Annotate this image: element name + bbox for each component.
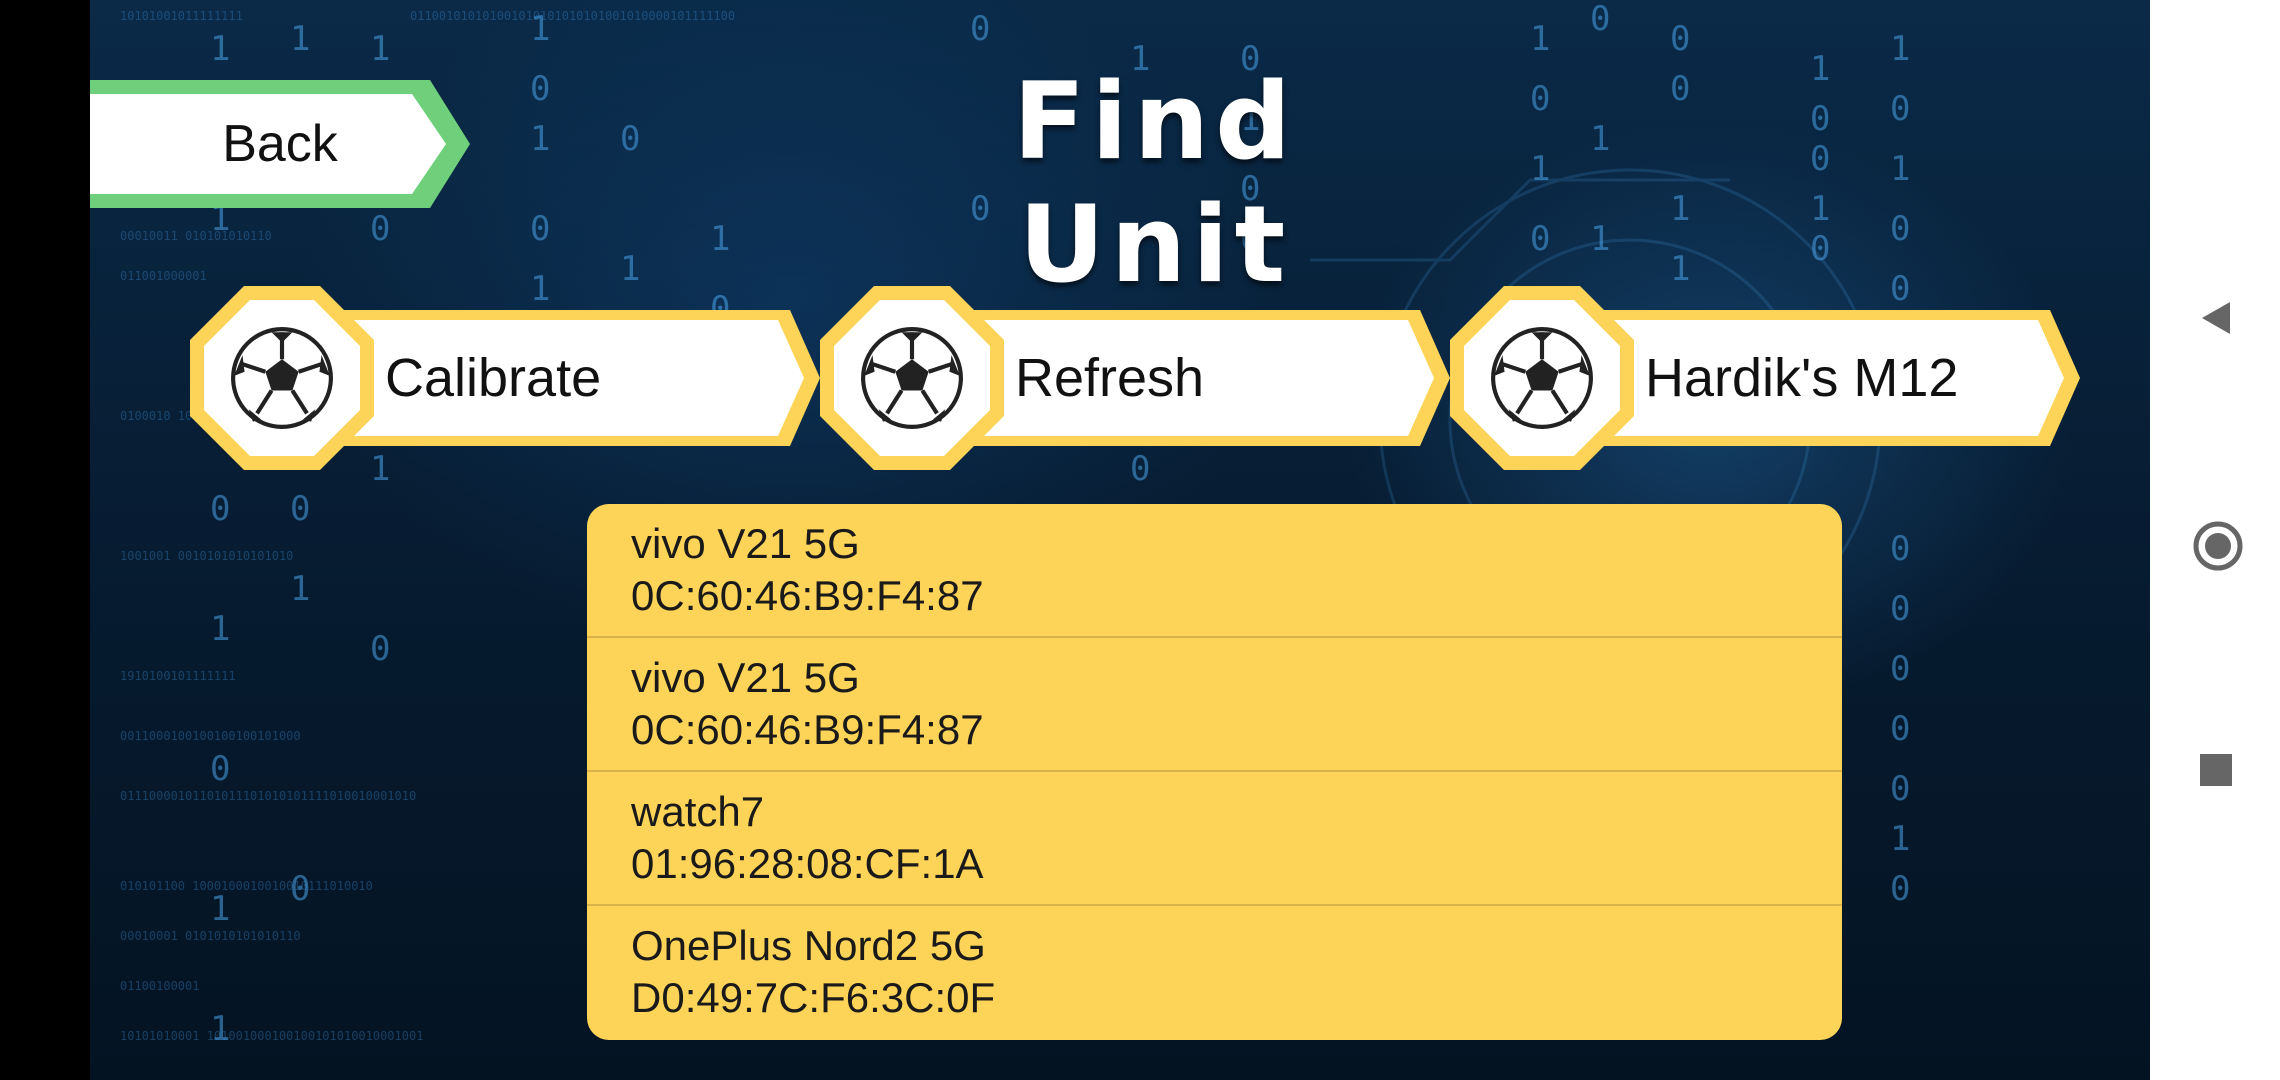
svg-text:0: 0 <box>1890 589 1910 629</box>
svg-text:1: 1 <box>210 1009 230 1049</box>
svg-text:0: 0 <box>530 209 550 249</box>
system-navigation-bar <box>2150 0 2280 1080</box>
back-button[interactable]: Back <box>90 80 470 208</box>
svg-text:1: 1 <box>1530 149 1550 189</box>
paired-device-label: Hardik's M12 <box>1645 348 1959 408</box>
soccer-ball-icon <box>1491 327 1593 429</box>
svg-text:0: 0 <box>620 119 640 159</box>
svg-text:1: 1 <box>1890 819 1910 859</box>
svg-text:1: 1 <box>1810 49 1830 89</box>
device-mac-address: 0C:60:46:B9:F4:87 <box>631 706 984 753</box>
svg-text:0: 0 <box>290 489 310 529</box>
svg-text:01100100001: 01100100001 <box>120 979 199 993</box>
svg-text:0: 0 <box>290 869 310 909</box>
svg-text:10101010001 1010010001001001: 10101010001 1010010001001001010100100010… <box>120 1029 423 1043</box>
svg-text:0: 0 <box>210 489 230 529</box>
svg-text:1: 1 <box>1670 189 1690 229</box>
svg-text:1910100101111111: 1910100101111111 <box>120 669 236 683</box>
refresh-label: Refresh <box>1015 348 1205 408</box>
svg-text:1: 1 <box>210 889 230 929</box>
svg-text:0: 0 <box>1670 19 1690 59</box>
square-recents-icon[interactable] <box>2198 752 2234 788</box>
left-black-bar <box>0 0 90 1080</box>
device-mac-address: D0:49:7C:F6:3C:0F <box>631 974 996 1021</box>
page-title: Find Unit <box>1012 60 1298 306</box>
paired-device-button[interactable]: Hardik's M12 <box>1450 286 2080 470</box>
svg-text:1: 1 <box>290 569 310 609</box>
svg-text:00010011 010101010110: 00010011 010101010110 <box>120 229 272 243</box>
svg-text:0: 0 <box>1890 709 1910 749</box>
svg-text:1: 1 <box>1810 189 1830 229</box>
triangle-back-icon[interactable] <box>2196 298 2236 338</box>
svg-text:1001001 0010101010101010: 1001001 0010101010101010 <box>120 549 293 563</box>
svg-text:0: 0 <box>970 9 990 49</box>
svg-text:1: 1 <box>1890 29 1910 69</box>
soccer-ball-icon <box>861 327 963 429</box>
device-name: OnePlus Nord2 5G <box>631 922 986 969</box>
svg-text:00010001 0101010101010110: 00010001 0101010101010110 <box>120 929 301 943</box>
device-name: vivo V21 5G <box>631 654 860 701</box>
svg-text:0: 0 <box>530 69 550 109</box>
svg-text:1: 1 <box>530 119 550 159</box>
device-name: watch7 <box>631 788 765 835</box>
svg-text:1: 1 <box>1530 19 1550 59</box>
svg-text:0: 0 <box>1670 69 1690 109</box>
back-button-label: Back <box>222 115 338 173</box>
svg-text:1: 1 <box>1590 119 1610 159</box>
svg-text:0: 0 <box>1890 869 1910 909</box>
svg-text:1: 1 <box>530 9 550 49</box>
device-mac-address: 0C:60:46:B9:F4:87 <box>631 572 984 619</box>
svg-text:011100001011010111010101011110: 0111000010110101110101010111101001000101… <box>120 789 416 803</box>
svg-text:1: 1 <box>1590 219 1610 259</box>
device-list: vivo V21 5G 0C:60:46:B9:F4:87 vivo V21 5… <box>587 504 1842 1040</box>
refresh-button[interactable]: Refresh <box>820 286 1450 470</box>
app-screen: 11101011 1010 1010 10101 01 10 00 10 010… <box>90 0 2150 1080</box>
svg-text:10101001011111111: 10101001011111111 <box>120 9 243 23</box>
svg-text:1: 1 <box>710 219 730 259</box>
svg-text:0: 0 <box>1530 79 1550 119</box>
calibrate-label: Calibrate <box>385 348 602 408</box>
soccer-ball-icon <box>231 327 333 429</box>
svg-text:0: 0 <box>1890 209 1910 249</box>
svg-text:0: 0 <box>370 209 390 249</box>
svg-text:1: 1 <box>1890 149 1910 189</box>
svg-text:011001000001: 011001000001 <box>120 269 207 283</box>
svg-text:1: 1 <box>210 609 230 649</box>
svg-text:0: 0 <box>1810 99 1830 139</box>
svg-text:0011000100100100100101000: 0011000100100100100101000 <box>120 729 301 743</box>
svg-text:0: 0 <box>370 629 390 669</box>
calibrate-button[interactable]: Calibrate <box>190 286 820 470</box>
svg-text:0: 0 <box>1890 529 1910 569</box>
device-list-item[interactable]: vivo V21 5G 0C:60:46:B9:F4:87 <box>587 638 1842 772</box>
svg-text:1: 1 <box>1670 249 1690 289</box>
svg-text:0: 0 <box>1890 769 1910 809</box>
device-list-item[interactable]: OnePlus Nord2 5G D0:49:7C:F6:3C:0F <box>587 906 1842 1040</box>
device-mac-address: 01:96:28:08:CF:1A <box>631 840 984 887</box>
svg-text:0: 0 <box>1530 219 1550 259</box>
svg-text:011001010101001010101010101001: 0110010101010010101010101010010100001011… <box>410 9 735 23</box>
svg-text:010101100 100010001001001011: 010101100 1000100010010010111010010 <box>120 879 373 893</box>
svg-text:1: 1 <box>370 29 390 69</box>
svg-text:1: 1 <box>620 249 640 289</box>
device-list-item[interactable]: vivo V21 5G 0C:60:46:B9:F4:87 <box>587 504 1842 638</box>
svg-text:0: 0 <box>210 749 230 789</box>
svg-text:0: 0 <box>1810 139 1830 179</box>
svg-text:0: 0 <box>1810 229 1830 269</box>
svg-text:0: 0 <box>1890 89 1910 129</box>
svg-text:0: 0 <box>1890 649 1910 689</box>
device-name: vivo V21 5G <box>631 520 860 567</box>
svg-text:1: 1 <box>210 29 230 69</box>
svg-text:0: 0 <box>1590 0 1610 39</box>
svg-text:1: 1 <box>290 19 310 59</box>
circle-home-icon[interactable] <box>2192 520 2244 572</box>
device-list-item[interactable]: watch7 01:96:28:08:CF:1A <box>587 772 1842 906</box>
